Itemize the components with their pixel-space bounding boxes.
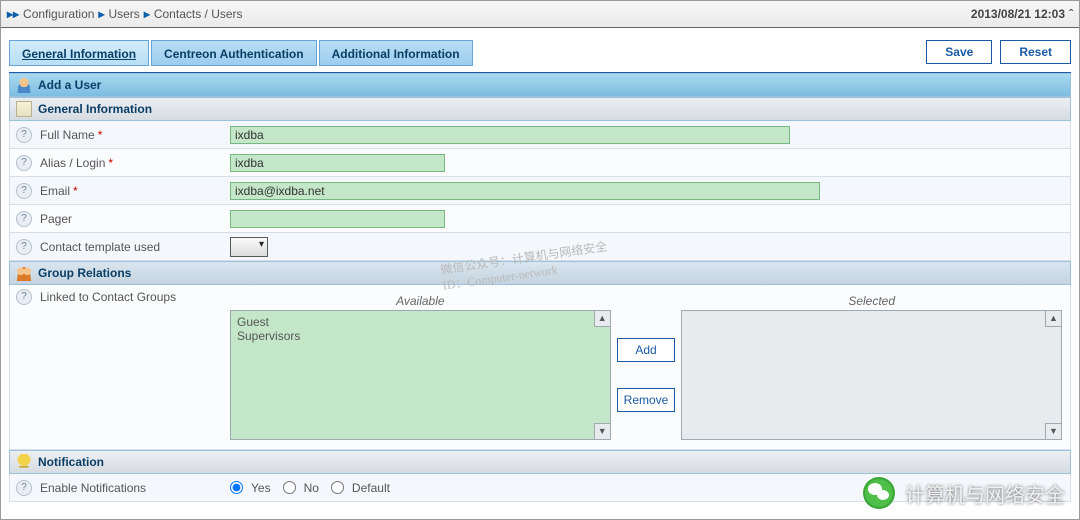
radio-yes[interactable] <box>230 481 243 494</box>
help-icon[interactable]: ? <box>16 480 32 496</box>
tab-additional-information[interactable]: Additional Information <box>319 40 473 66</box>
radio-no-label: No <box>304 481 319 495</box>
contact-template-select[interactable] <box>230 237 268 257</box>
panel-title: Add a User <box>9 73 1071 97</box>
scroll-up-icon[interactable]: ▲ <box>594 311 610 327</box>
scroll-down-icon[interactable]: ▼ <box>594 423 610 439</box>
selected-groups-listbox[interactable]: ▲ ▼ <box>681 310 1062 440</box>
radio-yes-label: Yes <box>251 481 271 495</box>
chevron-right-icon: ▸ <box>98 7 104 21</box>
help-icon[interactable]: ? <box>16 127 32 143</box>
reset-button[interactable]: Reset <box>1000 40 1071 64</box>
label-email: Email <box>40 184 70 198</box>
section-general-information: General Information <box>9 97 1071 121</box>
breadcrumb: ▸▸ Configuration ▸ Users ▸ Contacts / Us… <box>1 1 1079 28</box>
list-item[interactable]: Supervisors <box>237 329 594 343</box>
alias-login-input[interactable] <box>230 154 445 172</box>
user-icon <box>16 77 32 93</box>
save-button[interactable]: Save <box>926 40 992 64</box>
tab-general-information[interactable]: General Information <box>9 40 149 66</box>
label-enable-notifications: Enable Notifications <box>40 481 146 495</box>
scroll-down-icon[interactable]: ▼ <box>1045 423 1061 439</box>
help-icon[interactable]: ? <box>16 289 32 305</box>
pager-input[interactable] <box>230 210 445 228</box>
label-contact-template: Contact template used <box>40 240 160 254</box>
section-group-relations: Group Relations <box>9 261 1071 285</box>
chevron-right-icon: ▸ <box>144 7 150 21</box>
tab-bar: General Information Centreon Authenticat… <box>9 38 475 66</box>
caret-up-icon[interactable]: ˆ <box>1069 7 1073 21</box>
list-item[interactable]: Guest <box>237 315 594 329</box>
help-icon[interactable]: ? <box>16 183 32 199</box>
remove-group-button[interactable]: Remove <box>617 388 676 412</box>
wechat-icon <box>863 477 895 509</box>
help-icon[interactable]: ? <box>16 211 32 227</box>
breadcrumb-contacts-users[interactable]: Contacts / Users <box>154 7 243 21</box>
help-icon[interactable]: ? <box>16 155 32 171</box>
label-alias-login: Alias / Login <box>40 156 105 170</box>
help-icon[interactable]: ? <box>16 239 32 255</box>
label-linked-contact-groups: Linked to Contact Groups <box>40 290 176 304</box>
page-timestamp: 2013/08/21 12:03ˆ <box>971 7 1073 21</box>
available-groups-listbox[interactable]: Guest Supervisors ▲ ▼ <box>230 310 611 440</box>
full-name-input[interactable] <box>230 126 790 144</box>
add-group-button[interactable]: Add <box>617 338 676 362</box>
group-icon <box>16 265 32 281</box>
section-notification: Notification <box>9 450 1071 474</box>
bell-icon <box>16 454 32 470</box>
radio-default[interactable] <box>331 481 344 494</box>
radio-default-label: Default <box>352 481 390 495</box>
label-pager: Pager <box>40 212 72 226</box>
scroll-up-icon[interactable]: ▲ <box>1045 311 1061 327</box>
document-icon <box>16 101 32 117</box>
breadcrumb-root[interactable]: Configuration <box>23 7 94 21</box>
tab-centreon-authentication[interactable]: Centreon Authentication <box>151 40 317 66</box>
available-header: Available <box>230 292 611 310</box>
label-full-name: Full Name <box>40 128 95 142</box>
email-input[interactable] <box>230 182 820 200</box>
breadcrumb-arrow-icon: ▸▸ <box>7 7 19 21</box>
footer-badge: 计算机与网络安全 <box>863 477 1065 509</box>
selected-header: Selected <box>681 292 1062 310</box>
breadcrumb-users[interactable]: Users <box>108 7 139 21</box>
radio-no[interactable] <box>283 481 296 494</box>
